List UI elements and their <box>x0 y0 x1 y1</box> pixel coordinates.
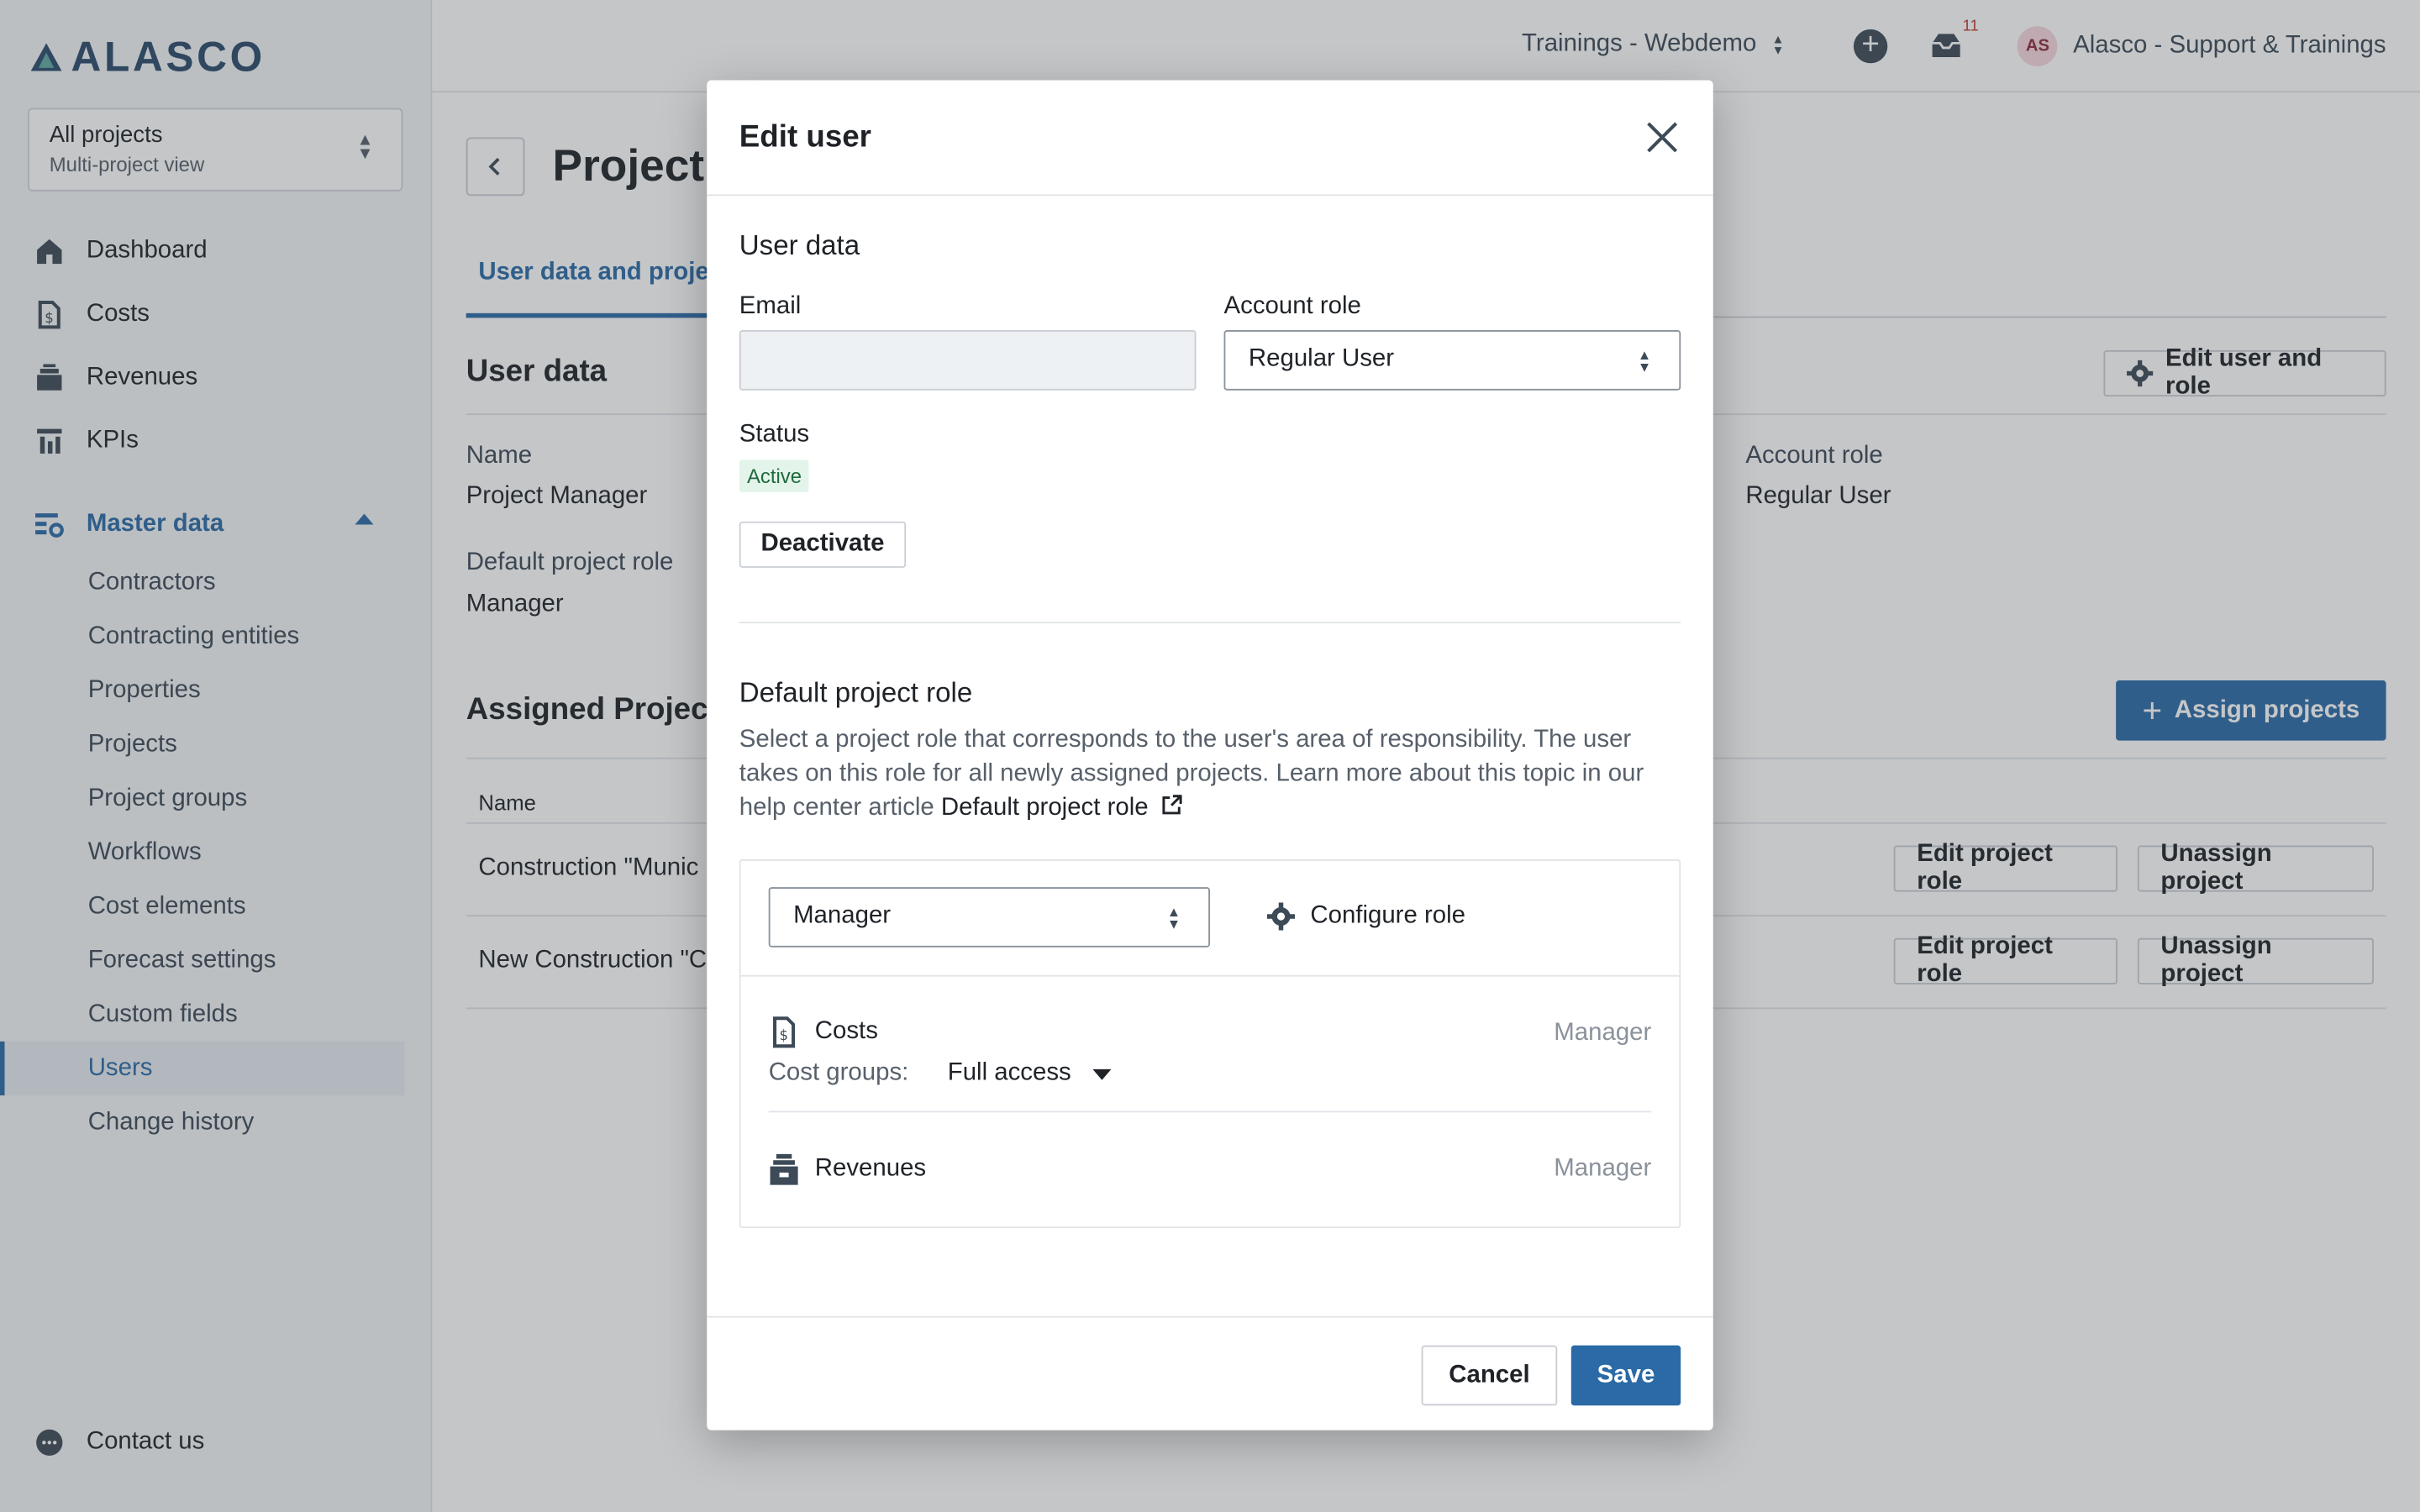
role-config-header: Manager ▲ ▼ Configure role <box>740 861 1680 977</box>
updown-arrows-icon: ▲ ▼ <box>1166 904 1181 932</box>
configure-role-button[interactable]: Configure role <box>1266 902 1465 931</box>
account-role-label: Account role <box>1223 292 1361 320</box>
caret-down-icon <box>1092 1068 1112 1079</box>
cost-groups-dropdown[interactable]: Full access <box>948 1060 1112 1088</box>
default-role-select-value: Manager <box>793 902 892 929</box>
cost-groups-label: Cost groups: <box>768 1059 909 1087</box>
modal-title: Edit user <box>739 120 871 155</box>
revenues-row-title: Revenues <box>769 1152 926 1186</box>
modal-footer: Cancel Save <box>707 1315 1713 1431</box>
account-role-value: Regular User <box>1248 345 1395 372</box>
modal-user-data-title: User data <box>739 229 860 261</box>
costs-label: Costs <box>814 1018 878 1045</box>
save-button[interactable]: Save <box>1570 1345 1681 1406</box>
email-field[interactable] <box>739 330 1197 391</box>
default-role-title: Default project role <box>739 677 973 709</box>
costs-icon: $ <box>773 1016 796 1048</box>
close-icon[interactable] <box>1645 120 1679 154</box>
revenues-label: Revenues <box>814 1155 927 1182</box>
cancel-button[interactable]: Cancel <box>1421 1345 1558 1406</box>
deactivate-button[interactable]: Deactivate <box>739 521 907 568</box>
external-link-icon <box>1163 795 1183 815</box>
help-article-link-label: Default project role <box>940 794 1149 822</box>
status-label: Status <box>739 421 810 448</box>
costs-row-title: $ Costs <box>769 1016 878 1049</box>
edit-user-modal: Edit user User data Email Account role R… <box>707 80 1713 1431</box>
revenues-role: Manager <box>1554 1155 1652 1182</box>
divider <box>768 1110 1652 1113</box>
configure-role-label: Configure role <box>1310 902 1465 929</box>
cost-groups-value: Full access <box>947 1059 1071 1087</box>
default-role-desc-text: Select a project role that corresponds t… <box>739 727 1644 822</box>
account-role-select[interactable]: Regular User ▲ ▼ <box>1223 330 1681 391</box>
modal-header: Edit user <box>707 81 1713 197</box>
default-role-description: Select a project role that corresponds t… <box>739 723 1681 825</box>
costs-role: Manager <box>1554 1020 1652 1047</box>
default-role-select[interactable]: Manager ▲ ▼ <box>768 887 1211 948</box>
status-badge: Active <box>739 459 810 492</box>
app-stage: ALASCO All projects Multi-project view ▲… <box>0 0 2420 1512</box>
role-config-box: Manager ▲ ▼ Configure role $ Costs Manage… <box>739 859 1681 1229</box>
revenues-icon <box>770 1153 798 1185</box>
updown-arrows-icon: ▲ ▼ <box>1637 347 1652 375</box>
gear-icon <box>1266 902 1296 931</box>
svg-text:$: $ <box>780 1027 789 1043</box>
help-article-link[interactable]: Default project role <box>941 795 1183 821</box>
email-label: Email <box>739 292 802 320</box>
divider <box>739 622 1681 624</box>
